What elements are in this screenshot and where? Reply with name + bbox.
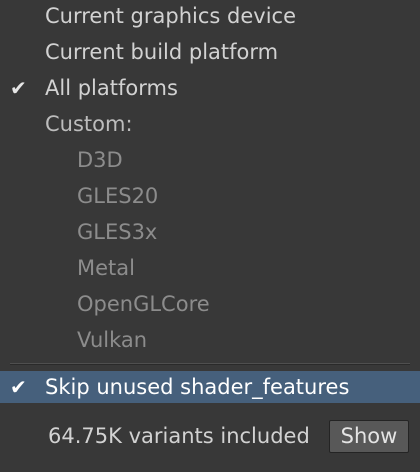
variants-count-text: 64.75K variants included xyxy=(48,424,310,448)
menu-item-all-platforms[interactable]: ✔ All platforms xyxy=(0,71,420,105)
menu-item-label: Skip unused shader_features xyxy=(45,375,350,399)
menu-item-label: Current build platform xyxy=(45,40,279,64)
menu-item-platform-gles3x: GLES3x xyxy=(0,215,420,249)
show-button[interactable]: Show xyxy=(329,420,409,453)
checkmark-icon: ✔ xyxy=(10,375,27,399)
menu-item-label: Custom: xyxy=(45,112,133,136)
menu-item-platform-openglcore: OpenGLCore xyxy=(0,287,420,321)
menu-item-label: GLES20 xyxy=(77,184,159,208)
variants-footer: 64.75K variants included Show xyxy=(0,420,420,456)
menu-item-label: Vulkan xyxy=(77,328,148,352)
menu-item-platform-metal: Metal xyxy=(0,251,420,285)
menu-separator xyxy=(10,363,410,365)
shader-variants-menu: Current graphics device Current build pl… xyxy=(0,0,420,472)
menu-item-current-build-platform[interactable]: Current build platform xyxy=(0,35,420,69)
menu-item-skip-unused-shader-features[interactable]: ✔ Skip unused shader_features xyxy=(0,371,420,403)
menu-item-platform-gles20: GLES20 xyxy=(0,179,420,213)
menu-item-label: Current graphics device xyxy=(45,4,296,28)
menu-item-label: OpenGLCore xyxy=(77,292,210,316)
menu-item-current-graphics-device[interactable]: Current graphics device xyxy=(0,0,420,33)
menu-item-platform-vulkan: Vulkan xyxy=(0,323,420,357)
menu-item-label: GLES3x xyxy=(77,220,158,244)
menu-item-label: D3D xyxy=(77,148,123,172)
menu-item-platform-d3d: D3D xyxy=(0,143,420,177)
checkmark-icon: ✔ xyxy=(10,76,27,100)
menu-item-label: Metal xyxy=(77,256,135,280)
menu-item-label: All platforms xyxy=(45,76,178,100)
menu-item-custom[interactable]: Custom: xyxy=(0,107,420,141)
